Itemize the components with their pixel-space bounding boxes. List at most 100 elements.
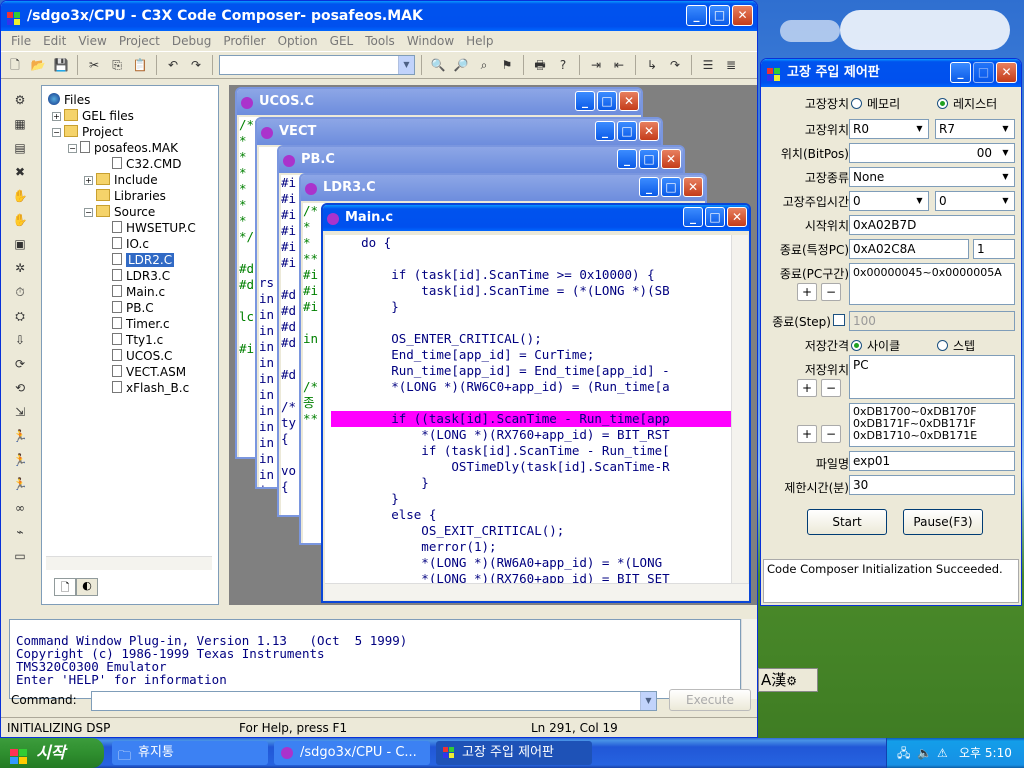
editor-main[interactable]: Main.c _ □ ✕ do { if (task[id].ScanTime >=… [321, 203, 751, 603]
fault-type-select[interactable]: None ▼ [849, 167, 1015, 187]
radio-step[interactable]: 스텝 [937, 337, 975, 354]
minimize-button[interactable]: _ [595, 121, 615, 141]
radio-memory[interactable]: 메모리 [851, 95, 900, 112]
new-file-icon[interactable]: 🗋 [5, 55, 25, 75]
menu-edit[interactable]: Edit [37, 34, 72, 48]
copy-icon[interactable]: ⎘ [107, 55, 127, 75]
outdent-icon[interactable]: ⇤ [609, 55, 629, 75]
menu-option[interactable]: Option [272, 34, 324, 48]
step-icon[interactable]: ⇩ [11, 331, 29, 349]
bookmark-icon[interactable]: ⚑ [497, 55, 517, 75]
step-over-side-icon[interactable]: ⟳ [11, 355, 29, 373]
print-icon[interactable]: 🖶 [530, 55, 550, 75]
bitpos-select[interactable]: 00 ▼ [849, 143, 1015, 163]
align-icon[interactable]: ≣ [721, 55, 741, 75]
list-icon[interactable]: ☰ [698, 55, 718, 75]
end-range-field[interactable]: 0x00000045~0x0000005A [849, 263, 1015, 305]
ime-toolbar[interactable]: A漢⚙ [758, 668, 818, 692]
undo-icon[interactable]: ↶ [163, 55, 183, 75]
tree-item[interactable]: Timer.c [112, 316, 170, 332]
start-pos-field[interactable]: 0xA02B7D [849, 215, 1015, 235]
dialog-title-bar[interactable]: 고장 주입 제어판 _ □ ✕ [761, 59, 1021, 87]
tree-item[interactable]: Include [96, 172, 158, 188]
expand-toggle-icon[interactable]: − [52, 128, 61, 137]
close-button[interactable]: ✕ [727, 207, 747, 227]
expand-toggle-icon[interactable]: + [84, 176, 93, 185]
minimize-button[interactable]: _ [950, 62, 971, 83]
halt-icon[interactable]: ✋ [11, 211, 29, 229]
remove-save-range-button[interactable]: − [821, 425, 841, 443]
expand-toggle-icon[interactable]: − [84, 208, 93, 217]
end-step-field[interactable]: 100 [849, 311, 1015, 331]
end-pc-field[interactable]: 0xA02C8A [849, 239, 969, 259]
find-icon[interactable]: 🔍 [428, 55, 448, 75]
help-icon[interactable]: ? [553, 55, 573, 75]
pause-button[interactable]: Pause(F3) [903, 509, 983, 535]
maximize-button[interactable]: □ [597, 91, 617, 111]
menu-file[interactable]: File [5, 34, 37, 48]
menu-gel[interactable]: GEL [324, 34, 360, 48]
step-out-icon[interactable]: ⟲ [11, 379, 29, 397]
task-fault-panel[interactable]: 고장 주입 제어판 [436, 741, 592, 765]
probe-icon[interactable]: ⛭ [11, 307, 29, 325]
menu-profiler[interactable]: Profiler [217, 34, 271, 48]
minimize-button[interactable]: _ [575, 91, 595, 111]
tree-item[interactable]: Project [64, 124, 123, 140]
safety-icon[interactable]: ⚠ [937, 738, 948, 768]
window-icon[interactable]: ▭ [11, 547, 29, 565]
minimize-button[interactable]: _ [683, 207, 703, 227]
disabled-icon[interactable]: ✲ [11, 259, 29, 277]
location-from-select[interactable]: R0 ▼ [849, 119, 929, 139]
maximize-button[interactable]: □ [617, 121, 637, 141]
graph-icon[interactable]: ⌁ [11, 523, 29, 541]
tree-item[interactable]: PB.C [112, 300, 154, 316]
time-a-select[interactable]: 0 ▼ [849, 191, 929, 211]
task-code-composer[interactable]: /sdgo3x/CPU - C... [274, 741, 430, 765]
menu-project[interactable]: Project [113, 34, 166, 48]
volume-icon[interactable]: 🔈 [917, 738, 932, 768]
open-folder-icon[interactable]: 📂 [28, 55, 48, 75]
main-title-bar[interactable]: /sdgo3x/CPU - C3X Code Composer- posafeo… [1, 1, 757, 31]
search-combo[interactable]: ▼ [219, 55, 415, 75]
code-view[interactable]: do { if (task[id].ScanTime >= 0x10000) {… [325, 235, 731, 583]
task-recycle-bin[interactable]: 🗀 휴지통 [112, 741, 268, 765]
close-button[interactable]: ✕ [639, 121, 659, 141]
save-range-item[interactable]: 0xDB1710~0xDB171E [853, 430, 1014, 442]
save-ranges-list[interactable]: 0xDB1700~0xDB170F 0xDB171F~0xDB171F 0xDB17… [849, 403, 1015, 447]
tree-item[interactable]: LDR3.C [112, 268, 170, 284]
close-button[interactable]: ✕ [683, 177, 703, 197]
tree-item[interactable]: C32.CMD [112, 156, 181, 172]
hand-icon[interactable]: ✋ [11, 187, 29, 205]
start-button[interactable]: 시작 [0, 738, 104, 768]
maximize-button[interactable]: □ [639, 149, 659, 169]
menu-help[interactable]: Help [460, 34, 499, 48]
maximize-button[interactable]: □ [661, 177, 681, 197]
paste-icon[interactable]: 📋 [130, 55, 150, 75]
tree-item[interactable]: HWSETUP.C [112, 220, 196, 236]
remove-save-loc-button[interactable]: − [821, 379, 841, 397]
tree-item[interactable]: GEL files [64, 108, 134, 124]
editor-hscrollbar[interactable] [325, 583, 749, 600]
glasses-icon[interactable]: ∞ [11, 499, 29, 517]
rebuild-icon[interactable]: ⚙ [11, 91, 29, 109]
radio-cycle[interactable]: 사이클 [851, 337, 900, 354]
files-tab-icon[interactable]: 🗋 [54, 578, 76, 596]
expand-toggle-icon[interactable]: − [68, 144, 77, 153]
find-in-files-icon[interactable]: ⌕ [474, 55, 494, 75]
tree-item[interactable]: xFlash_B.c [112, 380, 189, 396]
compile-icon[interactable]: ▤ [11, 139, 29, 157]
run-to-icon[interactable]: ⇲ [11, 403, 29, 421]
end-step-checkbox[interactable] [833, 314, 845, 326]
filename-field[interactable]: exp01 [849, 451, 1015, 471]
clock-icon[interactable]: ⏱ [11, 283, 29, 301]
add-save-range-button[interactable]: + [797, 425, 817, 443]
limit-field[interactable]: 30 [849, 475, 1015, 495]
bookmarks-tab-icon[interactable]: ◐ [76, 578, 98, 596]
tree-item[interactable]: Main.c [112, 284, 165, 300]
menu-debug[interactable]: Debug [166, 34, 217, 48]
step-into-icon[interactable]: ↳ [642, 55, 662, 75]
start-button[interactable]: Start [807, 509, 887, 535]
animate-icon[interactable]: 🏃 [11, 451, 29, 469]
radio-register[interactable]: 레지스터 [937, 95, 997, 112]
chevron-down-icon[interactable]: ▼ [640, 692, 656, 710]
